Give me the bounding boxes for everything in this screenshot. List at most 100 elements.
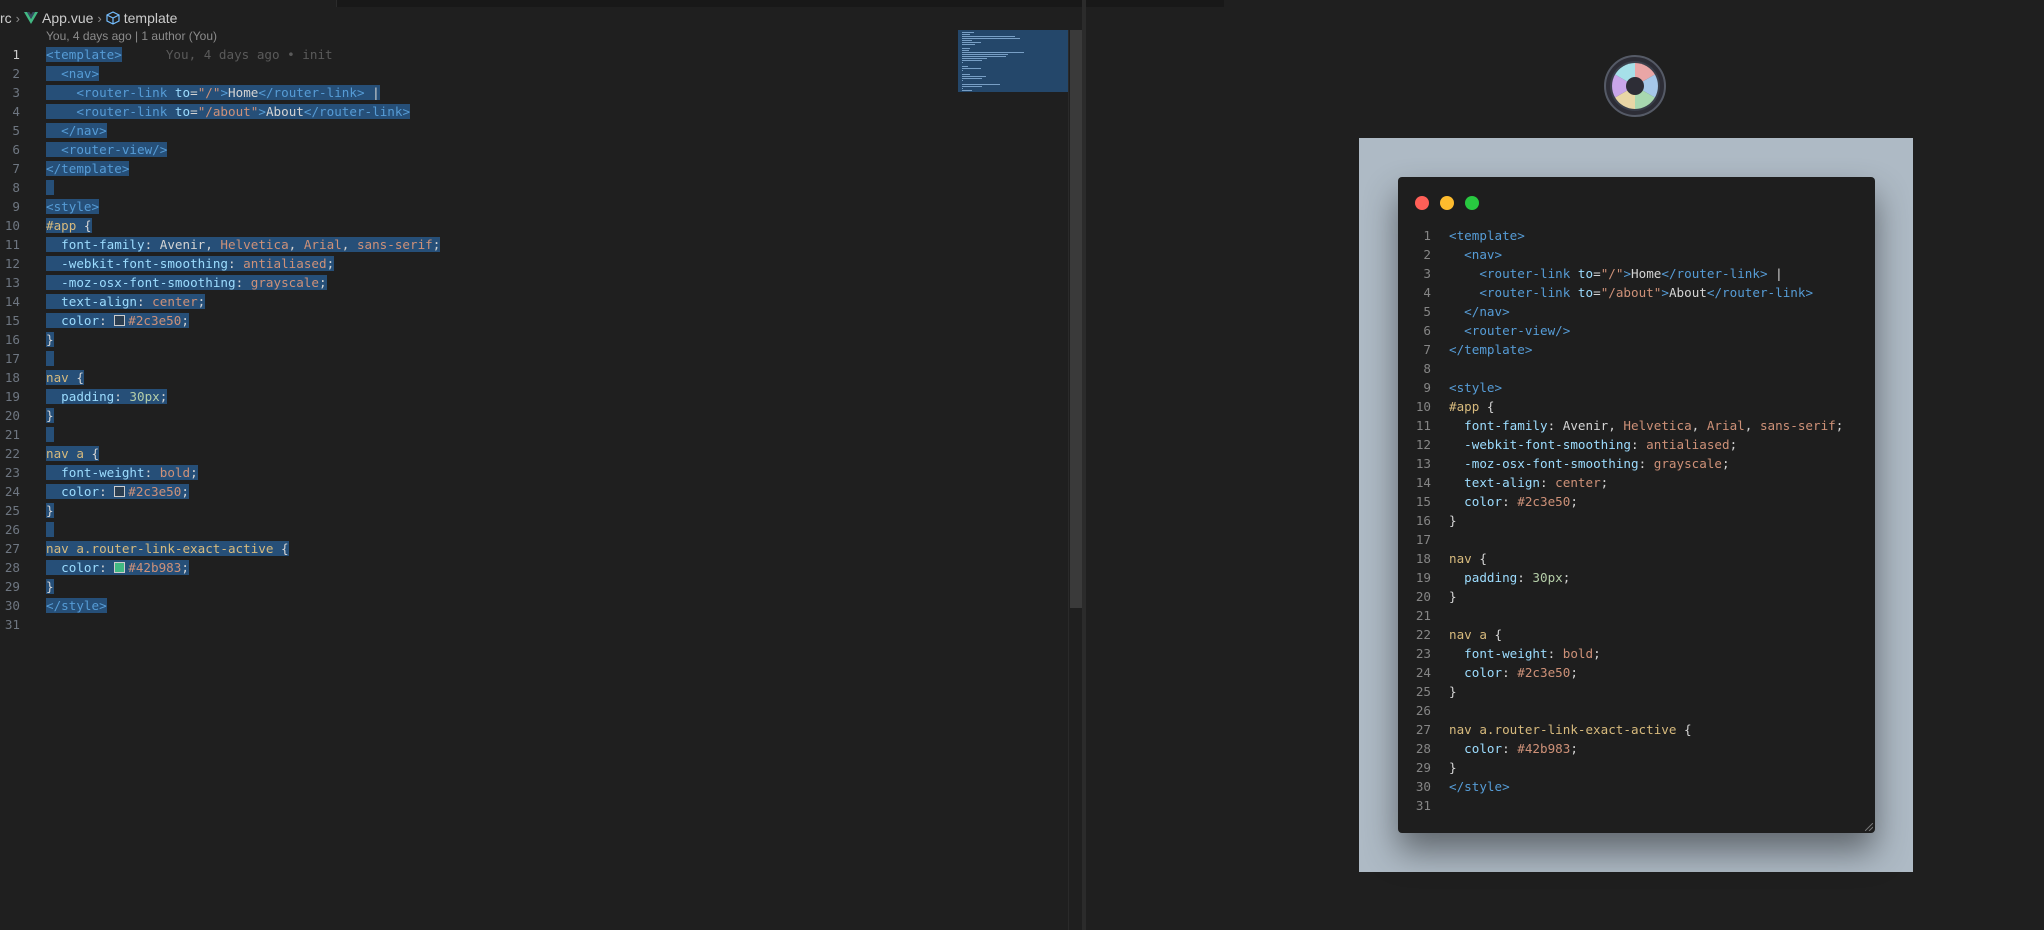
code-token: ; <box>1593 646 1601 661</box>
code-line-text: <router-link to="/">Home</router-link> | <box>46 83 380 102</box>
code-line-text: <router-link to="/about">About</router-l… <box>46 102 411 121</box>
minimap-line <box>962 38 1020 39</box>
code-token: { <box>273 541 289 556</box>
snapshot-line-text: } <box>1449 758 1457 777</box>
code-token: } <box>1449 513 1457 528</box>
color-swatch-icon[interactable] <box>114 562 126 573</box>
code-token: Home <box>228 85 259 100</box>
selection-highlight: color: #2c3e50; <box>46 484 189 499</box>
code-token: nav <box>46 370 69 385</box>
code-token: > <box>1661 285 1669 300</box>
code-token: ; <box>1600 475 1609 490</box>
code-token: </router-link> <box>1706 285 1814 300</box>
snapshot-line-number: 17 <box>1415 532 1431 547</box>
snapshot-line-text: <style> <box>1449 378 1502 397</box>
snapshot-line-text: color: #2c3e50; <box>1449 663 1578 682</box>
code-token: nav a.router-link-exact-active <box>46 541 274 556</box>
code-token: ; <box>1570 741 1578 756</box>
snapshot-line-number: 3 <box>1423 266 1431 281</box>
code-line-text: <template> You, 4 days ago • init <box>46 45 333 64</box>
minimap-selection[interactable] <box>958 30 1070 92</box>
line-number: 28 <box>4 560 20 575</box>
selection-highlight: -webkit-font-smoothing: antialiased; <box>46 256 335 271</box>
editor-scrollbar-thumb[interactable] <box>1070 30 1082 608</box>
code-token: Helvetica <box>220 237 289 252</box>
preview-tab-strip <box>1086 0 2044 7</box>
code-token: } <box>1449 760 1457 775</box>
minimap-line <box>962 78 983 79</box>
snapshot-line-number: 23 <box>1415 646 1431 661</box>
line-number: 23 <box>4 465 20 480</box>
snapshot-line-text: </template> <box>1449 340 1532 359</box>
code-line-text <box>46 349 54 368</box>
code-line-text: -webkit-font-smoothing: antialiased; <box>46 254 335 273</box>
selection-highlight: nav a { <box>46 446 100 461</box>
resize-grip-icon[interactable] <box>1865 823 1873 831</box>
selection-highlight: text-align: center; <box>46 294 206 309</box>
code-token: ; <box>1729 437 1738 452</box>
blame-codelens[interactable]: You, 4 days ago | 1 author (You) <box>46 29 217 43</box>
minimap-line <box>962 50 970 51</box>
snapshot-line-number: 16 <box>1415 513 1431 528</box>
code-token: : <box>1502 665 1518 680</box>
selection-highlight <box>46 180 54 195</box>
code-token: , <box>341 237 357 252</box>
snapshot-line-text: <nav> <box>1449 245 1502 264</box>
code-token: bold <box>1562 646 1594 661</box>
selection-highlight: <router-view/> <box>46 142 168 157</box>
breadcrumb-symbol[interactable]: template <box>124 10 178 26</box>
minimap-line <box>962 84 1001 85</box>
code-line-text: text-align: center; <box>46 292 206 311</box>
code-token: > <box>1623 266 1632 281</box>
selection-highlight: <template> <box>46 47 122 62</box>
snapshot-line-text: color: #2c3e50; <box>1449 492 1578 511</box>
snapshot-line-text: padding: 30px; <box>1449 568 1570 587</box>
code-token: color <box>61 560 100 575</box>
editor-tab-strip <box>0 0 1082 7</box>
color-swatch-icon[interactable] <box>114 486 126 497</box>
code-token: : <box>1540 475 1556 490</box>
snapshot-line-text: nav a.router-link-exact-active { <box>1449 720 1692 739</box>
code-line-text: } <box>46 406 54 425</box>
code-token: #2c3e50 <box>128 313 182 328</box>
breadcrumb-file[interactable]: App.vue <box>42 10 93 26</box>
code-token: { <box>1676 722 1692 737</box>
code-token: <router-view/> <box>61 142 168 157</box>
code-token: } <box>1449 589 1457 604</box>
snapshot-line-number: 11 <box>1415 418 1431 433</box>
code-line-text: font-family: Avenir, Helvetica, Arial, s… <box>46 235 441 254</box>
selection-highlight: color: #42b983; <box>46 560 189 575</box>
selection-highlight: </nav> <box>46 123 107 138</box>
code-line-text: color: #42b983; <box>46 558 189 577</box>
preview-tab[interactable] <box>1224 0 2044 7</box>
line-number: 17 <box>4 351 20 366</box>
selection-highlight <box>46 522 54 537</box>
code-token: Helvetica <box>1623 418 1692 433</box>
editor-pane: rc › App.vue › template You, 4 days ago … <box>0 0 1082 930</box>
aperture-logo-icon[interactable] <box>1604 55 1666 117</box>
code-token: -moz-osx-font-smoothing <box>1464 456 1639 471</box>
color-swatch-icon[interactable] <box>114 315 126 326</box>
code-token: : <box>114 389 130 404</box>
selection-highlight <box>46 427 54 442</box>
minimap-line <box>962 58 988 59</box>
editor-tab[interactable] <box>0 0 337 7</box>
code-token: > <box>220 85 229 100</box>
code-token: "/" <box>197 85 221 100</box>
code-line-text <box>46 178 54 197</box>
snapshot-line-number: 5 <box>1423 304 1431 319</box>
selection-highlight: font-family: Avenir, Helvetica, Arial, s… <box>46 237 441 252</box>
code-token: </nav> <box>1464 304 1510 319</box>
code-token: center <box>152 294 198 309</box>
line-number: 11 <box>4 237 20 252</box>
code-token: nav a <box>46 446 84 461</box>
line-number: 14 <box>4 294 20 309</box>
breadcrumb-folder[interactable]: rc <box>0 10 12 26</box>
code-token: padding <box>61 389 115 404</box>
code-token: = <box>190 85 198 100</box>
